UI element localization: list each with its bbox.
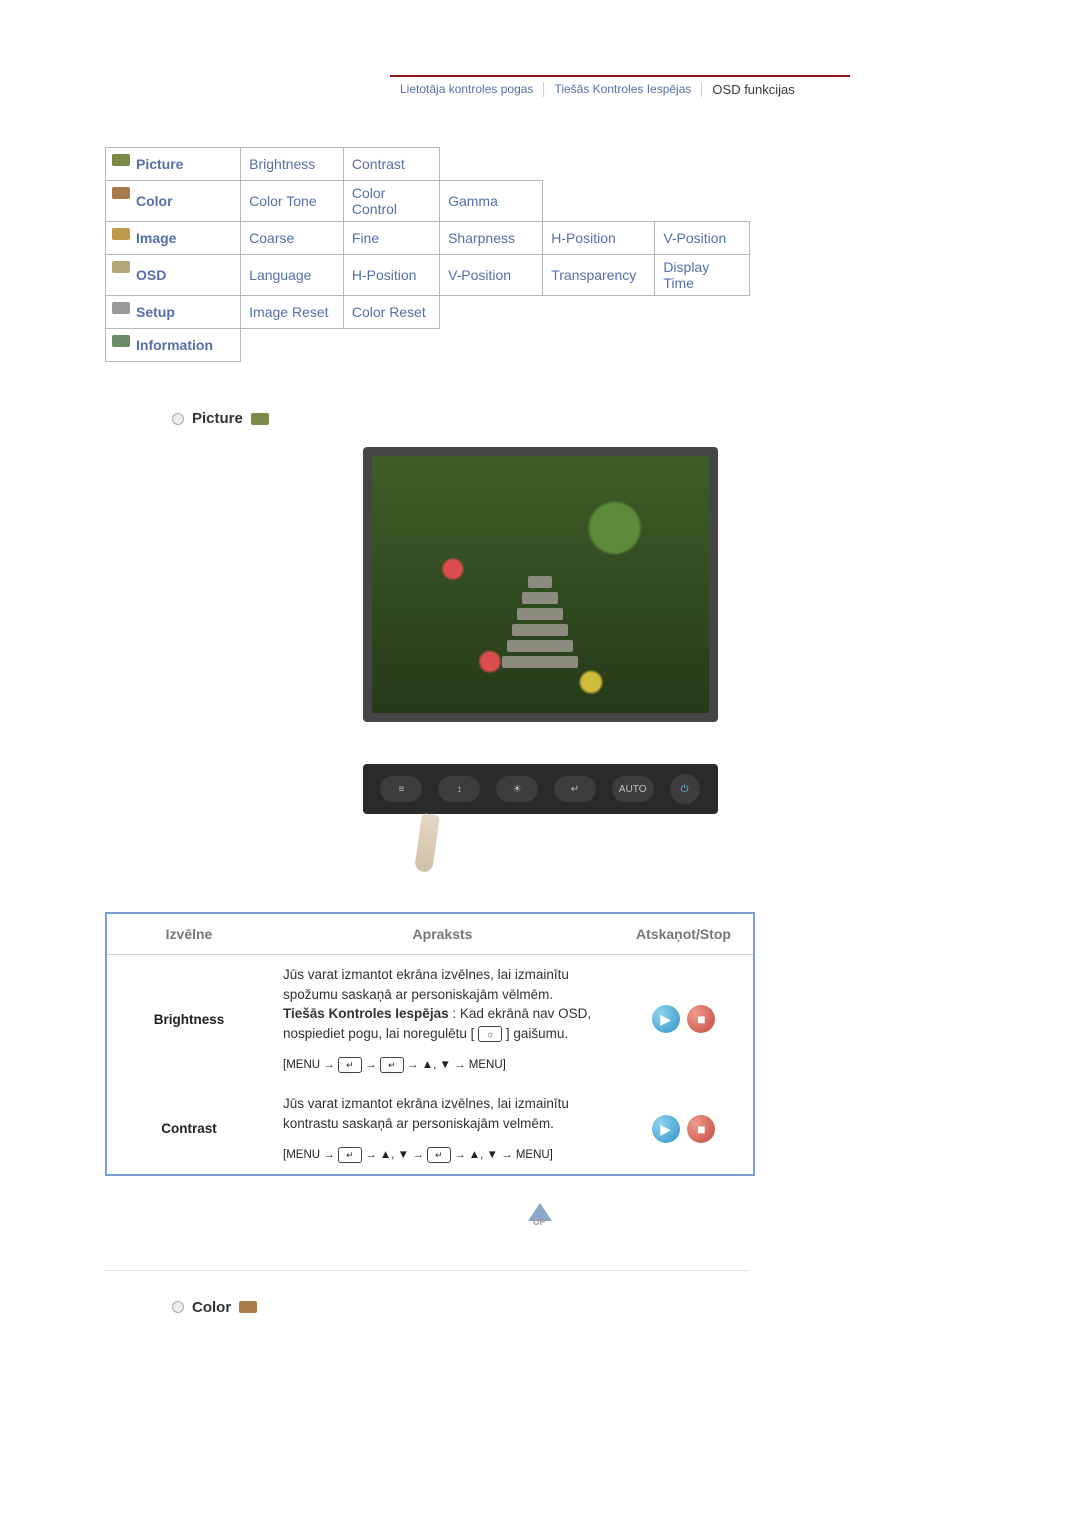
nav-osd-vpos[interactable]: V-Position — [440, 255, 543, 296]
tab-osd-functions[interactable]: OSD funkcijas — [702, 82, 804, 97]
setup-icon — [112, 302, 130, 314]
picture-icon — [251, 413, 269, 425]
osd-icon — [112, 261, 130, 273]
row-brightness-desc: Jūs varat izmantot ekrāna izvēlnes, lai … — [271, 955, 614, 1084]
nav-brightness[interactable]: Brightness — [241, 148, 344, 181]
bullet-icon — [172, 1301, 184, 1313]
enter-icon: ↵ — [338, 1057, 362, 1073]
nav-image[interactable]: Image — [106, 222, 241, 255]
nav-language[interactable]: Language — [241, 255, 344, 296]
brightness-icon: ☼ — [478, 1026, 502, 1042]
row-contrast-actions: ▶ ■ — [614, 1084, 754, 1175]
play-button[interactable]: ▶ — [652, 1005, 680, 1033]
nav-osd-hpos[interactable]: H-Position — [343, 255, 439, 296]
section-picture-heading: Picture — [172, 410, 1080, 427]
nav-contrast[interactable]: Contrast — [343, 148, 439, 181]
nav-image-reset[interactable]: Image Reset — [241, 296, 344, 329]
nav-display-time[interactable]: Display Time — [655, 255, 750, 296]
row-brightness-actions: ▶ ■ — [614, 955, 754, 1084]
section-color-heading: Color — [172, 1299, 1080, 1316]
nav-fine[interactable]: Fine — [343, 222, 439, 255]
play-button[interactable]: ▶ — [652, 1115, 680, 1143]
nav-color-tone[interactable]: Color Tone — [241, 181, 344, 222]
osd-nav-table: Picture Brightness Contrast Color Color … — [105, 147, 750, 362]
enter-button[interactable]: ↵ — [554, 776, 596, 802]
enter-icon: ↵ — [427, 1147, 451, 1163]
tab-user-controls[interactable]: Lietotāja kontroles pogas — [390, 82, 544, 97]
scroll-up-button[interactable] — [522, 1194, 558, 1230]
stop-button[interactable]: ■ — [687, 1005, 715, 1033]
brightness-button[interactable]: ☀ — [496, 776, 538, 802]
nav-transparency[interactable]: Transparency — [543, 255, 655, 296]
nav-color[interactable]: Color — [106, 181, 241, 222]
nav-setup[interactable]: Setup — [106, 296, 241, 329]
hand-illustration — [363, 824, 718, 882]
stop-button[interactable]: ■ — [687, 1115, 715, 1143]
monitor-button-bar: ≡ ↕ ☀ ↵ AUTO ⏻ — [363, 764, 718, 814]
color-icon — [112, 187, 130, 199]
bullet-icon — [172, 413, 184, 425]
nav-sharpness[interactable]: Sharpness — [440, 222, 543, 255]
col-desc: Apraksts — [271, 913, 614, 955]
contrast-sequence: [MENU → ↵ → ▲, ▼ → ↵ → ▲, ▼ → MENU] — [283, 1147, 602, 1164]
power-button[interactable]: ⏻ — [670, 774, 700, 804]
nav-coarse[interactable]: Coarse — [241, 222, 344, 255]
menu-button[interactable]: ≡ — [380, 776, 422, 802]
nav-vposition[interactable]: V-Position — [655, 222, 750, 255]
brightness-sequence: [MENU → ↵ → ↵ → ▲, ▼ → MENU] — [283, 1057, 602, 1074]
nav-osd[interactable]: OSD — [106, 255, 241, 296]
enter-icon: ↵ — [380, 1057, 404, 1073]
enter-icon: ↵ — [338, 1147, 362, 1163]
color-icon — [239, 1301, 257, 1313]
image-icon — [112, 228, 130, 240]
up-arrow-icon — [528, 1203, 552, 1221]
auto-button[interactable]: AUTO — [612, 776, 654, 802]
section-divider — [105, 1270, 750, 1271]
tab-direct-controls[interactable]: Tiešās Kontroles Iespējas — [544, 82, 702, 97]
adjust-button[interactable]: ↕ — [438, 776, 480, 802]
col-menu: Izvēlne — [106, 913, 271, 955]
section-color-title: Color — [192, 1299, 231, 1316]
nav-information[interactable]: Information — [106, 329, 241, 362]
row-brightness-name: Brightness — [106, 955, 271, 1084]
nav-hposition[interactable]: H-Position — [543, 222, 655, 255]
nav-color-reset[interactable]: Color Reset — [343, 296, 439, 329]
nav-color-control[interactable]: Color Control — [343, 181, 439, 222]
row-contrast-name: Contrast — [106, 1084, 271, 1175]
row-contrast-desc: Jūs varat izmantot ekrāna izvēlnes, lai … — [271, 1084, 614, 1175]
section-picture-title: Picture — [192, 410, 243, 427]
picture-description-table: Izvēlne Apraksts Atskaņot/Stop Brightnes… — [105, 912, 755, 1176]
top-tabs: Lietotāja kontroles pogas Tiešās Kontrol… — [390, 75, 850, 102]
nav-gamma[interactable]: Gamma — [440, 181, 543, 222]
col-play: Atskaņot/Stop — [614, 913, 754, 955]
nav-picture[interactable]: Picture — [106, 148, 241, 181]
monitor-preview — [363, 447, 718, 722]
picture-icon — [112, 154, 130, 166]
info-icon — [112, 335, 130, 347]
